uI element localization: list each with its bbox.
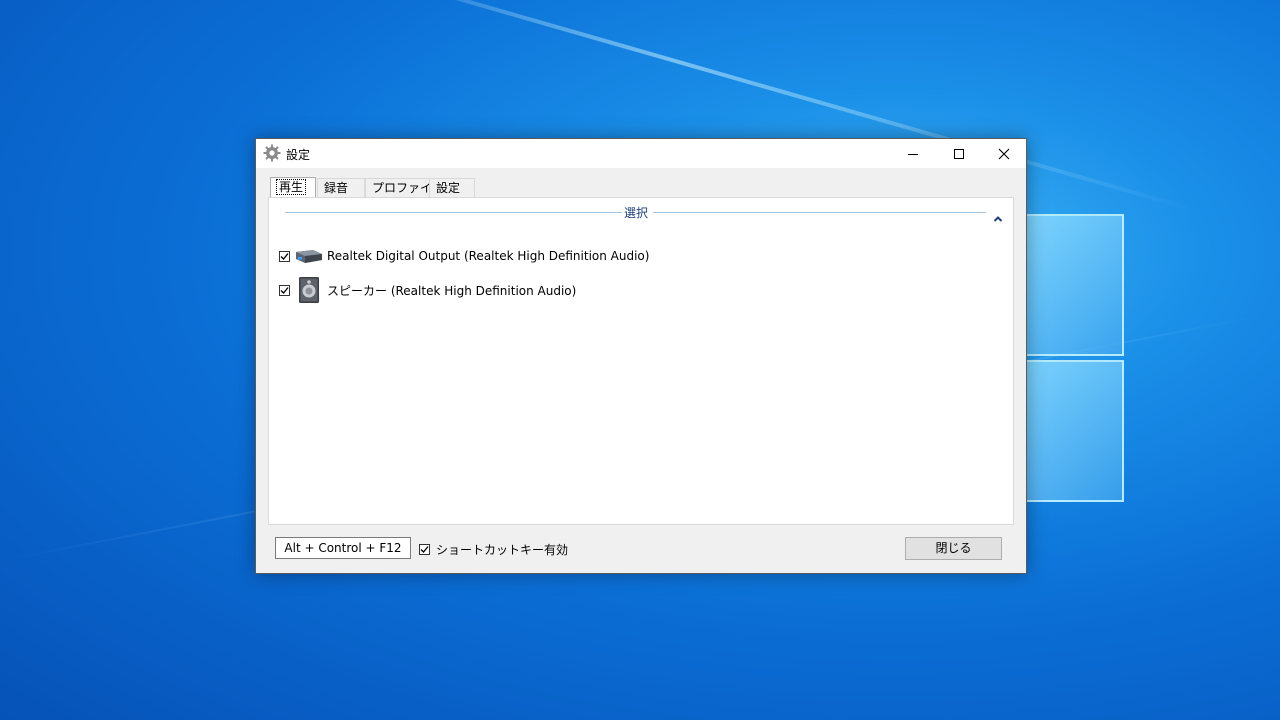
tab-settings[interactable]: 設定 bbox=[429, 178, 475, 197]
settings-window: 設定 再生 録音 プロファイル 設定 選択 Realtek Digital Ou… bbox=[255, 138, 1027, 574]
logo-pane bbox=[1020, 360, 1124, 502]
checkmark-icon bbox=[420, 546, 429, 553]
digital-output-icon bbox=[296, 250, 322, 263]
device-label: Realtek Digital Output (Realtek High Def… bbox=[327, 249, 650, 263]
shortcut-checkbox[interactable] bbox=[419, 544, 430, 555]
group-divider bbox=[285, 212, 622, 213]
checkmark-icon bbox=[280, 286, 289, 294]
shortcut-toggle[interactable]: ショートカットキー有効 bbox=[419, 541, 568, 558]
logo-pane bbox=[1020, 214, 1124, 356]
close-icon bbox=[998, 148, 1010, 159]
tab-label: 録音 bbox=[324, 181, 349, 195]
group-title: 選択 bbox=[624, 206, 649, 220]
device-item[interactable]: スピーカー (Realtek High Definition Audio) bbox=[279, 274, 576, 306]
shortcut-label: ショートカットキー有効 bbox=[436, 543, 569, 557]
minimize-button[interactable] bbox=[890, 139, 936, 168]
speaker-icon bbox=[299, 277, 319, 303]
tab-profile[interactable]: プロファイル bbox=[365, 178, 444, 197]
hotkey-field[interactable]: Alt + Control + F12 bbox=[275, 537, 411, 559]
gear-icon bbox=[263, 144, 281, 162]
maximize-icon bbox=[954, 148, 964, 159]
tab-label: 設定 bbox=[436, 181, 461, 195]
maximize-button[interactable] bbox=[936, 139, 982, 168]
minimize-icon bbox=[908, 153, 918, 155]
close-window-button[interactable] bbox=[981, 139, 1027, 168]
device-checkbox[interactable] bbox=[279, 250, 290, 262]
group-divider bbox=[653, 212, 986, 213]
title-bar[interactable]: 設定 bbox=[256, 139, 1026, 168]
device-label: スピーカー (Realtek High Definition Audio) bbox=[327, 283, 577, 298]
device-item[interactable]: Realtek Digital Output (Realtek High Def… bbox=[279, 240, 649, 272]
tab-label: 再生 bbox=[275, 179, 307, 195]
window-title: 設定 bbox=[286, 148, 311, 162]
windows-logo bbox=[1020, 214, 1124, 502]
tab-recording[interactable]: 録音 bbox=[317, 178, 365, 197]
checkmark-icon bbox=[280, 252, 289, 260]
playback-panel: 選択 Realtek Digital Output (Realtek High … bbox=[268, 197, 1014, 525]
close-button[interactable]: 閉じる bbox=[905, 537, 1002, 560]
tab-playback[interactable]: 再生 bbox=[270, 177, 316, 198]
chevron-up-icon[interactable] bbox=[992, 214, 1004, 224]
device-checkbox[interactable] bbox=[279, 284, 290, 296]
